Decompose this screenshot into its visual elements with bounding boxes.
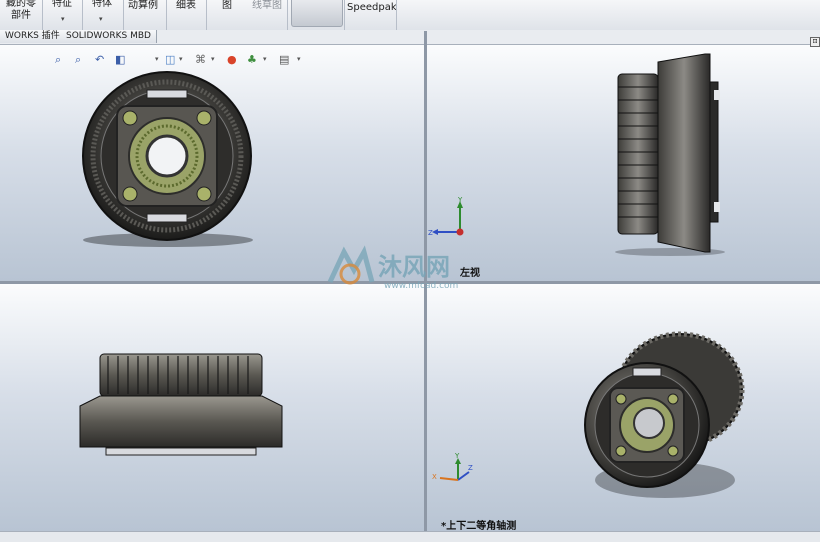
flange-slot [714,202,720,212]
hide-show-dropdown-icon[interactable]: ▾ [211,55,215,63]
body-label: 特体 [92,0,112,9]
ribbon-separator [206,0,207,30]
bolt-hole [615,445,627,457]
ribbon-separator [82,0,83,30]
part-top-view[interactable] [78,352,288,462]
svg-text:Y: Y [457,196,463,204]
large-toolbar-button[interactable] [291,0,343,27]
appearance-icon[interactable]: ● [227,52,237,68]
viewport-corner-button[interactable]: ⊡ [810,37,820,47]
spline-bore [633,407,665,439]
bolt-hole [667,445,679,457]
part-front-view[interactable] [70,68,270,248]
view-orientation-dropdown-icon[interactable]: ▾ [155,55,159,63]
body-dropdown-icon[interactable]: ▾ [99,15,103,23]
body-button[interactable]: 特体 [92,0,112,10]
watermark-logo: 沐风网 www.mfcad.com [320,244,490,296]
motion-study-label: 动算例 [128,0,158,11]
features-dropdown-icon[interactable]: ▾ [61,15,65,23]
svg-text:Z: Z [468,464,473,472]
previous-view-icon[interactable]: ↶ [95,52,104,68]
bolt-hole [122,186,138,202]
svg-text:X: X [432,473,437,481]
ribbon-separator [166,0,167,30]
ribbon-separator [344,0,345,30]
bom-button[interactable]: 细表 [176,0,196,12]
line-sketch-button[interactable]: 线草图 [252,0,282,12]
watermark-url: www.mfcad.com [384,281,458,291]
spline-bore [145,134,189,178]
hidden-components-label-1: 藏的零 [6,0,36,9]
bolt-hole [122,110,138,126]
zoom-area-icon[interactable]: ⌕ [75,52,81,68]
svg-text:Y: Y [454,452,460,460]
gear-body [617,73,659,235]
bolt-hole [196,110,212,126]
scene-dropdown-icon[interactable]: ▾ [263,55,267,63]
watermark-text: 沐风网 [378,253,450,281]
speedpak-button[interactable]: Speedpak [347,2,397,14]
ribbon-separator [287,0,288,30]
part-isometric-view[interactable] [575,330,750,510]
coordinate-triad-left: Y Z [428,196,464,237]
view-orientation-icon[interactable]: ◫ [165,52,175,68]
speedpak-label: Speedpak [347,2,397,13]
hidden-components-label-2: 部件 [11,10,31,21]
tab-solidworks-mbd[interactable]: SOLIDWORKS MBD [61,30,157,43]
tab-addins[interactable]: WORKS 插件 [0,30,66,43]
bottom-slot [146,213,188,223]
bolt-hole [196,186,212,202]
part-left-view[interactable] [610,52,730,257]
display-style-dropdown-icon[interactable]: ▾ [179,55,183,63]
top-slot [632,367,662,377]
section-view-icon[interactable]: ◧ [115,52,125,68]
command-manager-ribbon: 藏的零 部件 特征 ▾ 特体 ▾ 动算例 细表 图 线草图 Speedpak [0,0,820,31]
flange-edge [709,81,719,223]
coordinate-triad-isometric: Y Z X [432,452,473,481]
command-tabs: WORKS 插件 SOLIDWORKS MBD [0,30,820,45]
drawing-label: 图 [222,0,232,11]
flange-slot [714,90,720,100]
ribbon-separator [396,0,397,30]
flange-bottom [105,447,257,456]
features-button[interactable]: 特征 [52,0,72,10]
svg-text:Z: Z [428,229,433,237]
motion-study-button[interactable]: 动算例 [128,0,158,12]
ribbon-separator [123,0,124,30]
line-sketch-label: 线草图 [252,0,282,11]
drawing-button[interactable]: 图 [222,0,232,12]
housing-side [657,53,711,253]
bolt-hole [667,393,679,405]
view-label-isometric: *上下二等角轴测 [441,521,517,532]
view-settings-icon[interactable]: ▤ [279,52,289,68]
bom-label: 细表 [176,0,196,11]
bolt-hole [615,393,627,405]
hidden-components-button[interactable]: 藏的零 部件 [6,0,36,22]
zoom-to-fit-icon[interactable]: ⌕ [55,52,61,68]
scene-icon[interactable]: ♣ [247,52,257,68]
view-settings-dropdown-icon[interactable]: ▾ [297,55,301,63]
top-slot [146,89,188,99]
ribbon-separator [42,0,43,30]
display-style-icon[interactable]: ⌘ [195,52,206,68]
housing [79,395,283,448]
features-label: 特征 [52,0,72,9]
status-bar [0,531,820,542]
